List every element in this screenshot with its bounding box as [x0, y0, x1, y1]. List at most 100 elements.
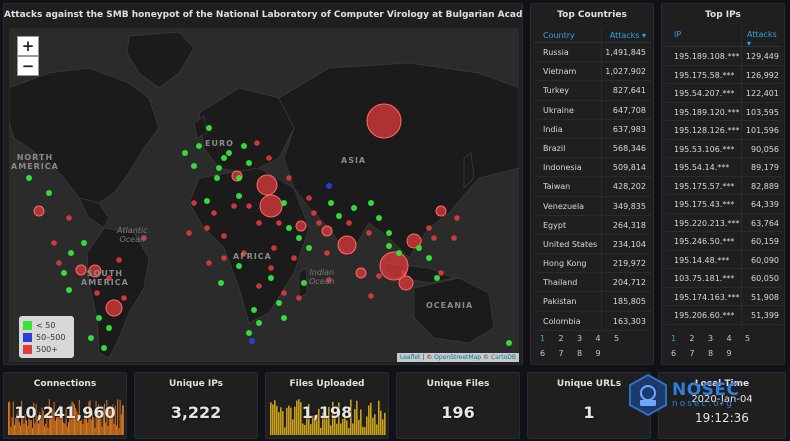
legend-item-high: 500+ — [23, 343, 70, 355]
ip-address: 195.54.14.*** — [674, 163, 730, 172]
country-attacks: 647,708 — [601, 100, 651, 119]
table-row: 195.189.108.*** 129,449 — [665, 47, 782, 66]
ips-pagination: 12345 6789 — [671, 331, 781, 361]
table-row: 195.189.120.*** 103,595 — [665, 102, 782, 121]
country-name: Venezuela — [543, 201, 585, 211]
page-link-5[interactable]: 5 — [745, 331, 764, 346]
table-row: United States 234,104 — [534, 234, 651, 255]
cartodb-link[interactable]: CartoDB — [491, 354, 516, 361]
ip-attacks: 89,179 — [741, 158, 782, 176]
country-attacks: 1,027,902 — [601, 62, 651, 81]
leaflet-link[interactable]: Leaflet — [400, 354, 420, 361]
ip-address: 195.246.50.*** — [674, 237, 735, 246]
ip-address: 195.175.58.*** — [674, 70, 735, 80]
local-time: 19:12:36 — [695, 411, 749, 425]
country-attacks: 185,805 — [601, 292, 651, 311]
ip-address: 195.220.213.*** — [674, 218, 740, 228]
page-link-9[interactable]: 9 — [596, 346, 615, 361]
label-europe: EURO — [205, 139, 234, 148]
connections-panel: Connections 10,241,960 — [3, 372, 127, 439]
map-attribution: Leaflet | © OpenStreetMap © CartoDB — [396, 353, 519, 362]
table-row: 195.54.207.*** 122,401 — [665, 84, 782, 103]
zoom-out-button[interactable]: − — [17, 56, 39, 76]
country-attacks: 163,303 — [601, 311, 651, 330]
page-link-6[interactable]: 6 — [671, 346, 690, 361]
page-link-4[interactable]: 4 — [596, 331, 615, 346]
table-row: Ukraine 647,708 — [534, 100, 651, 120]
table-row: 195.53.106.*** 90,056 — [665, 139, 782, 158]
country-name: Vietnam — [543, 67, 577, 77]
country-name: Turkey — [543, 86, 570, 96]
page-link-4[interactable]: 4 — [727, 331, 746, 346]
page-link-3[interactable]: 3 — [708, 331, 727, 346]
country-attacks: 219,972 — [601, 254, 651, 273]
top-ips-title: Top IPs — [705, 10, 741, 20]
files-uploaded-label: Files Uploaded — [289, 379, 365, 389]
ip-attacks: 129,449 — [741, 47, 782, 65]
page-link-9[interactable]: 9 — [727, 346, 746, 361]
ip-attacks: 103,595 — [741, 102, 782, 120]
country-attacks: 428,202 — [601, 177, 651, 196]
country-attacks: 827,641 — [601, 81, 651, 100]
col-ip-header[interactable]: IP — [665, 28, 741, 46]
page-link-2[interactable]: 2 — [690, 331, 709, 346]
unique-files-label: Unique Files — [426, 379, 490, 389]
world-map[interactable]: + − NORTH AMERICA SOUTH AMERICA ASIA AFRIC… — [9, 28, 519, 362]
country-name: Thailand — [543, 278, 578, 288]
table-header: Country Attacks ▾ — [534, 28, 651, 43]
country-attacks: 204,712 — [601, 273, 651, 292]
ip-address: 195.53.106.*** — [674, 144, 735, 154]
ip-rows: 195.189.108.*** 129,449 195.175.58.*** 126,… — [665, 47, 782, 325]
page-link-3[interactable]: 3 — [577, 331, 596, 346]
table-row: Venezuela 349,835 — [534, 196, 651, 216]
table-row: 195.175.58.*** 126,992 — [665, 65, 782, 84]
page-link-1[interactable]: 1 — [671, 331, 690, 346]
page-link-8[interactable]: 8 — [708, 346, 727, 361]
page-link-6[interactable]: 6 — [540, 346, 559, 361]
table-row: 195.175.43.*** 64,339 — [665, 195, 782, 214]
page-link-1[interactable]: 1 — [540, 331, 559, 346]
table-row: Hong Kong 219,972 — [534, 254, 651, 274]
zoom-in-button[interactable]: + — [17, 36, 39, 56]
files-uploaded-value: 1,198 — [301, 403, 353, 422]
page-link-8[interactable]: 8 — [577, 346, 596, 361]
ip-address: 195.175.57.*** — [674, 181, 735, 191]
table-row: Taiwan 428,202 — [534, 177, 651, 197]
ip-attacks: 64,339 — [741, 195, 782, 213]
ip-address: 103.75.181.*** — [674, 274, 735, 283]
country-attacks: 568,346 — [601, 138, 651, 158]
label-north-america: NORTH AMERICA — [11, 153, 59, 171]
col-attacks-header[interactable]: Attacks ▾ — [601, 28, 651, 42]
page-link-5[interactable]: 5 — [614, 331, 633, 346]
country-attacks: 1,491,845 — [601, 43, 651, 62]
top-countries-panel: Top Countries Country Attacks ▾ Russia 1,… — [530, 3, 654, 365]
top-countries-title: Top Countries — [557, 10, 627, 20]
connections-label: Connections — [33, 379, 97, 389]
nosec-logo-icon — [629, 373, 667, 417]
country-name: Colombia — [543, 316, 581, 326]
table-row: 195.174.163.*** 51,908 — [665, 287, 782, 306]
ip-attacks: 51,908 — [741, 287, 782, 305]
page-link-7[interactable]: 7 — [690, 346, 709, 361]
legend-swatch-green — [23, 320, 32, 330]
country-rows: Russia 1,491,845 Vietnam 1,027,902 Turkey 827… — [534, 43, 651, 331]
page-link-2[interactable]: 2 — [559, 331, 578, 346]
osm-link[interactable]: OpenStreetMap — [434, 354, 481, 361]
country-name: Ukraine — [543, 105, 574, 115]
label-africa: AFRICA — [233, 252, 272, 261]
country-name: India — [543, 124, 563, 134]
country-name: Indonesia — [543, 163, 582, 173]
table-row: Turkey 827,641 — [534, 81, 651, 101]
col-attacks-header[interactable]: Attacks ▾ — [741, 28, 782, 48]
country-name: Pakistan — [543, 297, 577, 307]
page-link-7[interactable]: 7 — [559, 346, 578, 361]
top-ips-table: IP Attacks ▾ 195.189.108.*** 129,449 195.1… — [665, 28, 782, 325]
unique-ips-label: Unique IPs — [168, 379, 224, 389]
top-ips-panel: Top IPs IP Attacks ▾ 195.189.108.*** 129,… — [661, 3, 785, 365]
ip-address: 195.189.108.*** — [674, 52, 740, 61]
table-row: Egypt 264,318 — [534, 215, 651, 235]
country-attacks: 264,318 — [601, 215, 651, 234]
table-row: Pakistan 185,805 — [534, 292, 651, 312]
col-country-header[interactable]: Country — [534, 28, 601, 42]
country-attacks: 234,104 — [601, 234, 651, 254]
